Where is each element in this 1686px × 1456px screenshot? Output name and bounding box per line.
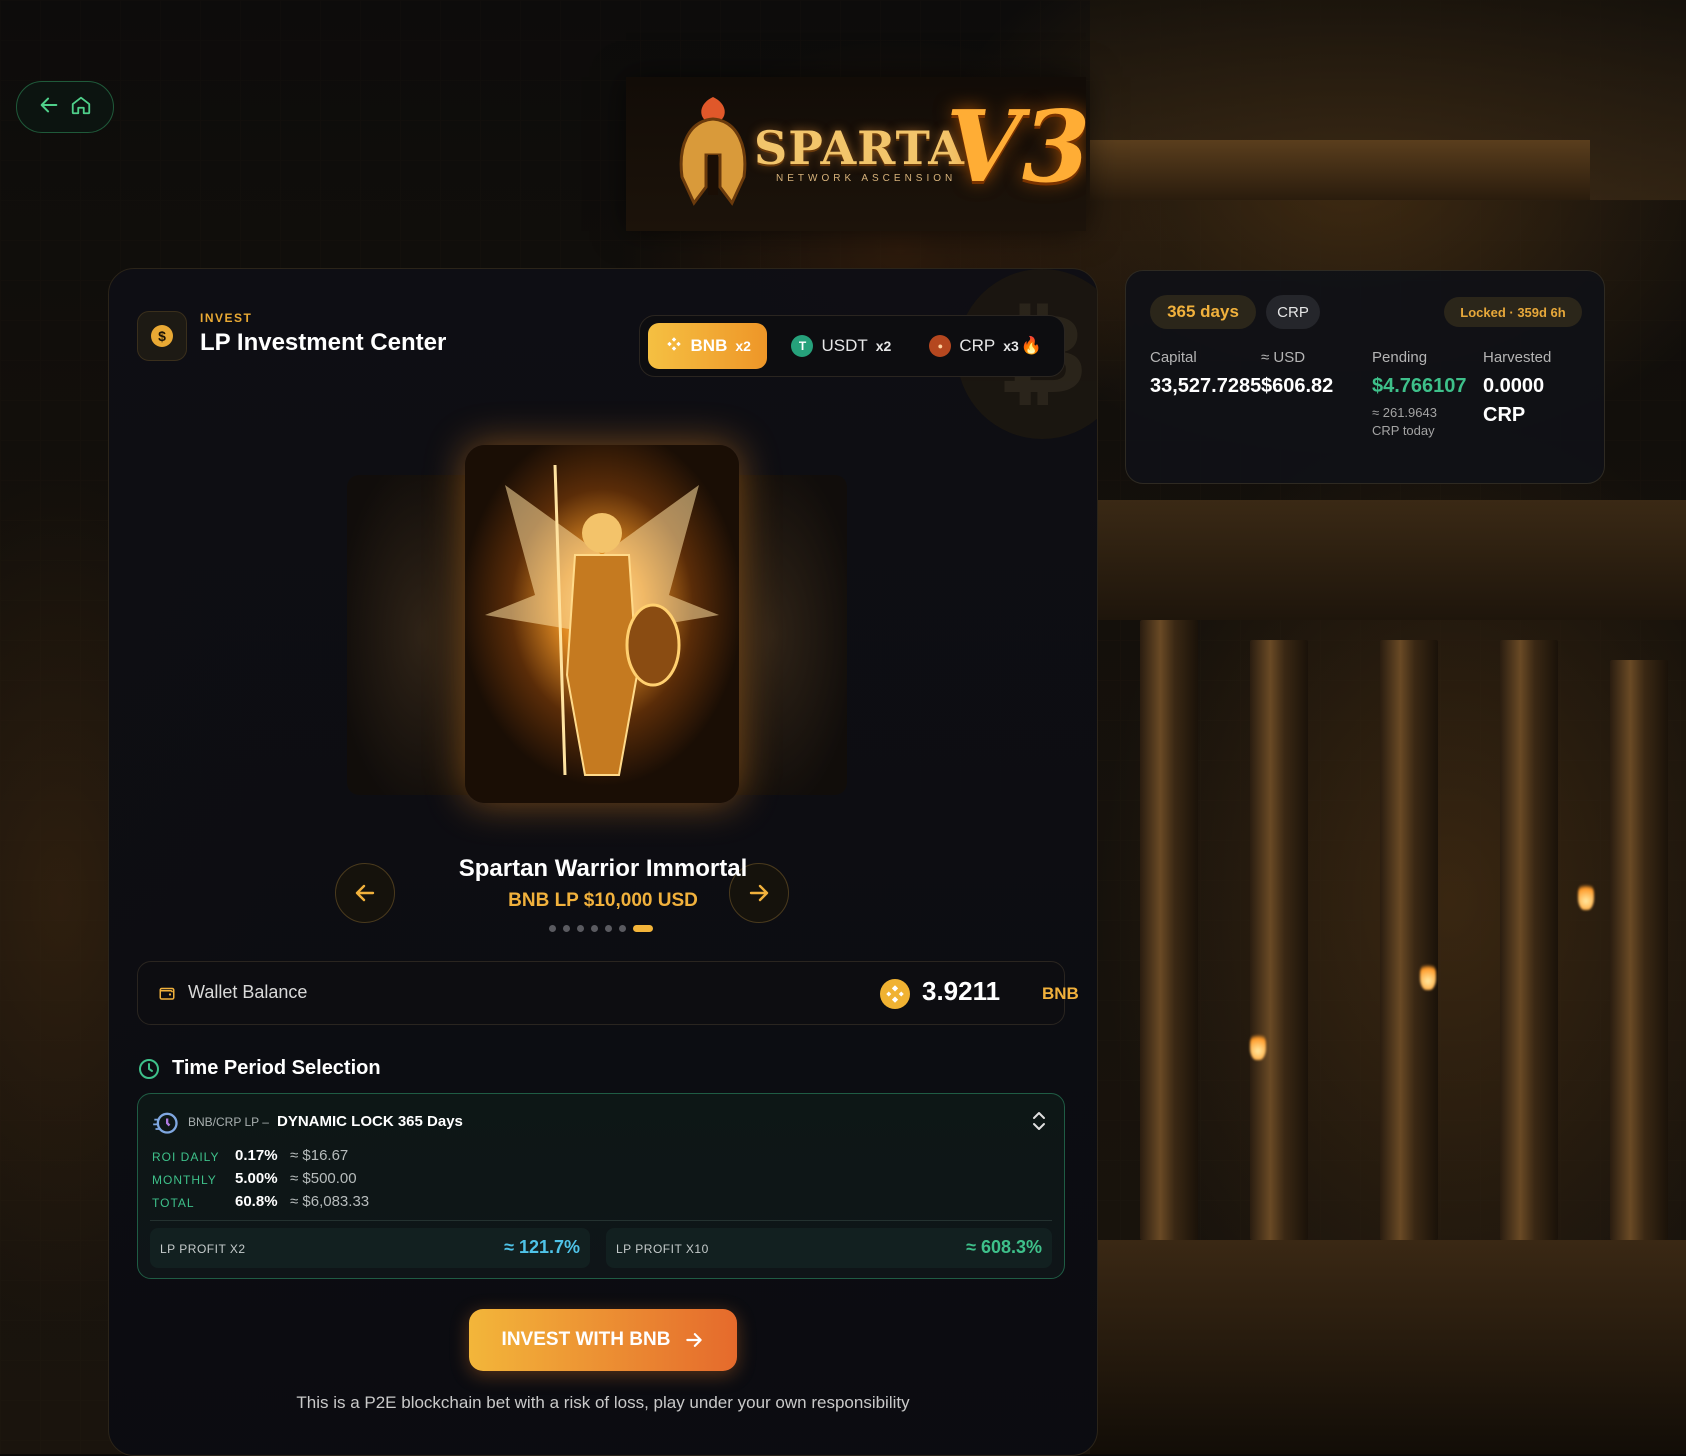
carousel-dot[interactable] [563, 925, 570, 932]
locked-badge: Locked · 359d 6h [1444, 297, 1582, 327]
lp-profit-x10: LP PROFIT X10 ≈ 608.3% [606, 1228, 1052, 1268]
dollar-coin-icon: $ [151, 325, 173, 347]
roi-monthly-pct: 5.00% [235, 1170, 278, 1187]
token-badge: CRP [1266, 295, 1320, 329]
roi-daily-label: ROI DAILY [152, 1150, 220, 1164]
days-badge: 365 days [1150, 295, 1256, 329]
lp-profit-x2: LP PROFIT X2 ≈ 121.7% [150, 1228, 590, 1268]
logo-brand-text: SPARTA [754, 121, 965, 175]
harvested-unit: CRP [1483, 404, 1526, 426]
carousel-dots [549, 925, 653, 932]
arrow-left-icon[interactable] [38, 94, 60, 121]
invest-button-label: INVEST WITH BNB [501, 1329, 671, 1350]
period-lock: DYNAMIC LOCK 365 Days [277, 1113, 463, 1130]
pending-label: Pending [1372, 349, 1428, 366]
logo-tagline: NETWORK ASCENSION [776, 173, 957, 184]
period-title: Time Period Selection [172, 1057, 381, 1079]
tab-bnb-mult: x2 [735, 338, 751, 354]
tether-icon: T [791, 335, 814, 357]
clock-icon [139, 1059, 159, 1079]
carousel-dot[interactable] [619, 925, 626, 932]
period-pair: BNB/CRP LP – [188, 1115, 269, 1129]
spartan-helmet-icon [679, 97, 747, 206]
carousel-dot[interactable] [549, 925, 556, 932]
wallet-icon [159, 987, 175, 1000]
lp-profit-x10-label: LP PROFIT X10 [616, 1242, 709, 1256]
pending-crp-amount: ≈ 261.9643 [1372, 405, 1437, 420]
tab-usdt-mult: x2 [875, 338, 892, 354]
roi-monthly-label: MONTHLY [152, 1173, 217, 1187]
tab-usdt-label: USDT [821, 336, 868, 355]
logo-version-text: V3 [946, 90, 1086, 205]
roi-total-usd: ≈ $6,083.33 [290, 1193, 370, 1210]
roi-daily-usd: ≈ $16.67 [290, 1147, 349, 1164]
roi-total-pct: 60.8% [235, 1193, 278, 1210]
lp-investment-card: ₿ $ INVEST LP Investment Center BNB x2 T… [108, 268, 1098, 1456]
pending-value: $4.766107 [1372, 375, 1467, 397]
position-stats-panel: 365 days CRP Locked · 359d 6h Capital 33… [1125, 270, 1605, 484]
wallet-balance: Wallet Balance 3.9211 BNB [137, 961, 1079, 1025]
period-selector[interactable]: BNB/CRP LP – DYNAMIC LOCK 365 Days ROI D… [137, 1093, 1065, 1279]
harvested-label: Harvested [1483, 349, 1552, 366]
carousel-dot-active[interactable] [633, 925, 653, 932]
tab-crp[interactable]: ● CRP x3 🔥 [915, 323, 1056, 369]
lp-profit-x2-label: LP PROFIT X2 [160, 1242, 246, 1256]
harvested-value: 0.0000 [1483, 375, 1545, 397]
tab-bnb[interactable]: BNB x2 [648, 323, 768, 369]
crp-icon: ● [929, 335, 952, 357]
temple-illustration [1090, 0, 1686, 1454]
bnb-coin-icon [880, 979, 910, 1009]
nft-title: Spartan Warrior Immortal [458, 855, 748, 882]
risk-disclaimer: This is a P2E blockchain bet with a risk… [296, 1393, 910, 1412]
pending-crp-today: CRP today [1372, 423, 1435, 438]
bnb-icon [665, 335, 683, 358]
sparta-v3-logo: SPARTA V3 NETWORK ASCENSION [626, 77, 1086, 231]
tab-usdt[interactable]: T USDT x2 [777, 323, 905, 369]
carousel-dot[interactable] [577, 925, 584, 932]
tab-crp-label: CRP [959, 336, 996, 355]
roi-total-label: TOTAL [152, 1196, 195, 1210]
home-icon[interactable] [70, 94, 92, 121]
page-title: LP Investment Center [200, 329, 447, 356]
lp-profit-x2-value: ≈ 121.7% [504, 1237, 580, 1257]
header-icon: $ [137, 311, 187, 361]
tab-bnb-label: BNB [690, 336, 728, 355]
roi-monthly-usd: ≈ $500.00 [290, 1170, 357, 1187]
divider [150, 1220, 1052, 1221]
lp-profit-x10-value: ≈ 608.3% [966, 1237, 1042, 1257]
carousel-dot[interactable] [605, 925, 612, 932]
chevron-updown-icon[interactable] [1030, 1110, 1048, 1132]
wallet-label: Wallet Balance [188, 982, 308, 1002]
invest-button[interactable]: INVEST WITH BNB [469, 1309, 737, 1371]
capital-label: Capital [1150, 349, 1197, 366]
roi-daily-pct: 0.17% [235, 1147, 278, 1164]
usd-value: $606.82 [1261, 375, 1334, 397]
arrow-right-icon [686, 1333, 703, 1347]
usd-label: ≈ USD [1261, 349, 1306, 366]
wallet-unit: BNB [1042, 984, 1079, 1003]
carousel-dot[interactable] [591, 925, 598, 932]
timer-icon [153, 1112, 178, 1134]
wallet-value: 3.9211 [922, 976, 1001, 1006]
back-home-nav[interactable] [16, 81, 114, 133]
nft-card-image [465, 445, 739, 803]
token-tabs: BNB x2 T USDT x2 ● CRP x3 🔥 [639, 315, 1065, 377]
tab-crp-mult: x3 [1003, 338, 1019, 354]
capital-value: 33,527.7285 [1150, 375, 1262, 397]
fire-icon: 🔥 [1020, 336, 1042, 355]
nft-price: BNB LP $10,000 USD [508, 890, 698, 911]
header-kicker: INVEST [200, 311, 253, 325]
